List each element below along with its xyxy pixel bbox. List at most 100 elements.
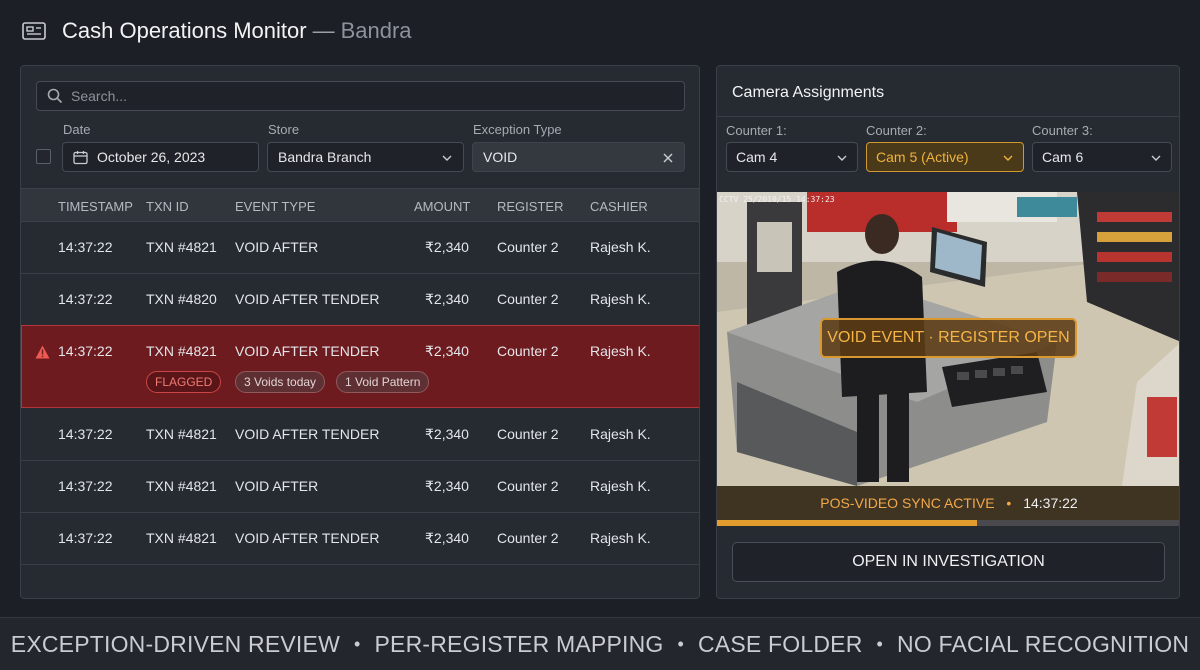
exception-type-label: Exception Type — [473, 122, 562, 137]
sync-separator: • — [1006, 495, 1012, 511]
footer-item: CASE FOLDER — [698, 630, 863, 657]
cell-amount: ₹2,340 — [425, 291, 469, 307]
calendar-icon — [73, 150, 88, 164]
exception-type-select[interactable]: VOID — [472, 142, 685, 172]
footer-item: PER-REGISTER MAPPING — [374, 630, 664, 657]
cell-amount: ₹2,340 — [425, 478, 469, 494]
playback-progress-fill — [717, 520, 977, 526]
sync-status-bar: POS-VIDEO SYNC ACTIVE • 14:37:22 — [717, 486, 1179, 520]
search-input[interactable] — [71, 88, 651, 104]
chevron-down-icon — [1151, 155, 1161, 161]
cell-amount: ₹2,340 — [425, 239, 469, 255]
cell-timestamp: 14:37:22 — [58, 530, 113, 546]
col-cashier[interactable]: CASHIER — [590, 199, 648, 214]
title-separator: — — [312, 18, 335, 43]
void-event-banner: VOID EVENT · REGISTER OPEN — [820, 318, 1077, 358]
table-row[interactable]: 14:37:22 TXN #4821 VOID AFTER TENDER ₹2,… — [21, 409, 699, 461]
cell-txn-id: TXN #4821 — [146, 239, 217, 255]
footer-item: NO FACIAL RECOGNITION — [897, 630, 1190, 657]
clear-icon[interactable] — [662, 152, 674, 164]
table-row[interactable]: 14:37:22 TXN #4820 VOID AFTER TENDER ₹2,… — [21, 274, 699, 326]
counter-1-camera-select[interactable]: Cam 4 — [726, 142, 858, 172]
footer-separator: • — [353, 633, 361, 654]
col-event-type[interactable]: EVENT TYPE — [235, 199, 315, 214]
table-header: TIMESTAMP TXN ID EVENT TYPE AMOUNT REGIS… — [21, 188, 699, 222]
cell-event-type: VOID AFTER TENDER — [235, 530, 380, 546]
cell-amount: ₹2,340 — [425, 343, 469, 359]
cell-register: Counter 2 — [497, 239, 559, 255]
flagged-badge: FLAGGED — [146, 371, 222, 393]
cell-timestamp: 14:37:22 — [58, 239, 113, 255]
cell-cashier: Rajesh K. — [590, 343, 651, 359]
counter-1-label: Counter 1: — [726, 123, 787, 138]
cell-txn-id: TXN #4821 — [146, 478, 217, 494]
sync-time: 14:37:22 — [1023, 495, 1078, 511]
footer-item: EXCEPTION-DRIVEN REVIEW — [10, 630, 340, 657]
store-subtitle: Bandra — [340, 18, 412, 43]
sync-status-label: POS-VIDEO SYNC ACTIVE — [820, 495, 995, 511]
search-bar[interactable] — [36, 81, 685, 111]
cell-cashier: Rajesh K. — [590, 478, 651, 494]
warning-icon — [35, 345, 50, 359]
cell-event-type: VOID AFTER TENDER — [235, 426, 380, 442]
playback-progress-bar[interactable] — [717, 520, 1179, 526]
cell-event-type: VOID AFTER — [235, 239, 319, 255]
counter-3-camera-select[interactable]: Cam 6 — [1032, 142, 1172, 172]
col-amount[interactable]: AMOUNT — [414, 199, 470, 214]
voids-today-tag: 3 Voids today — [235, 371, 326, 393]
counter-2-camera-select[interactable]: Cam 5 (Active) — [866, 142, 1024, 172]
open-investigation-button[interactable]: OPEN IN INVESTIGATION — [732, 542, 1165, 582]
chevron-down-icon — [1003, 155, 1013, 161]
cell-txn-id: TXN #4821 — [146, 343, 217, 359]
footer-separator: • — [876, 633, 884, 654]
counter-1-camera-value: Cam 4 — [736, 149, 778, 165]
date-value: October 26, 2023 — [97, 149, 206, 165]
divider — [717, 116, 1179, 117]
camera-panel: Camera Assignments Counter 1: Cam 4 Coun… — [716, 65, 1180, 599]
col-register[interactable]: REGISTER — [497, 199, 563, 214]
cell-cashier: Rajesh K. — [590, 426, 651, 442]
feature-footer: EXCEPTION-DRIVEN REVIEW • PER-REGISTER M… — [0, 617, 1200, 670]
search-icon — [47, 88, 63, 104]
cell-cashier: Rajesh K. — [590, 239, 651, 255]
void-pattern-tag: 1 Void Pattern — [336, 371, 430, 393]
counter-3-camera-value: Cam 6 — [1042, 149, 1084, 165]
col-timestamp[interactable]: TIMESTAMP — [58, 199, 133, 214]
app-header: Cash Operations Monitor — Bandra — [0, 0, 1200, 62]
store-select[interactable]: Bandra Branch — [267, 142, 464, 172]
cctv-video-feed[interactable]: CCTV 25/2010/15 14:37:23 VOID EVENT · RE… — [717, 192, 1179, 526]
cell-register: Counter 2 — [497, 530, 559, 546]
counter-2-camera-value: Cam 5 (Active) — [876, 149, 969, 165]
col-txn-id[interactable]: TXN ID — [146, 199, 189, 214]
cell-timestamp: 14:37:22 — [58, 426, 113, 442]
date-picker[interactable]: October 26, 2023 — [62, 142, 259, 172]
cell-register: Counter 2 — [497, 478, 559, 494]
footer-separator: • — [677, 633, 684, 654]
cell-timestamp: 14:37:22 — [58, 478, 113, 494]
table-row[interactable]: 14:37:22 TXN #4821 VOID AFTER ₹2,340 Cou… — [21, 222, 699, 274]
select-all-checkbox[interactable] — [36, 149, 51, 164]
cell-amount: ₹2,340 — [425, 426, 469, 442]
exception-type-value: VOID — [483, 149, 518, 165]
table-row[interactable]: 14:37:22 TXN #4821 VOID AFTER ₹2,340 Cou… — [21, 461, 699, 513]
page-title: Cash Operations Monitor — [62, 18, 307, 43]
cell-cashier: Rajesh K. — [590, 530, 651, 546]
store-label: Store — [268, 122, 300, 137]
camera-panel-title: Camera Assignments — [732, 84, 885, 101]
cell-event-type: VOID AFTER — [235, 478, 319, 494]
flagged-table-row[interactable]: 14:37:22 TXN #4821 VOID AFTER TENDER ₹2,… — [21, 325, 699, 408]
cell-register: Counter 2 — [497, 291, 559, 307]
cell-register: Counter 2 — [497, 426, 559, 442]
cell-txn-id: TXN #4820 — [146, 291, 217, 307]
cell-cashier: Rajesh K. — [590, 291, 651, 307]
chevron-down-icon — [442, 155, 452, 161]
table-row[interactable]: 14:37:22 TXN #4821 VOID AFTER TENDER ₹2,… — [21, 513, 699, 565]
cell-txn-id: TXN #4821 — [146, 530, 217, 546]
chevron-down-icon — [837, 155, 847, 161]
cell-timestamp: 14:37:22 — [58, 343, 113, 359]
cell-event-type: VOID AFTER TENDER — [235, 291, 380, 307]
cell-txn-id: TXN #4821 — [146, 426, 217, 442]
cell-register: Counter 2 — [497, 343, 559, 359]
exceptions-panel: Date October 26, 2023 Store Bandra Branc… — [20, 65, 700, 599]
counter-3-label: Counter 3: — [1032, 123, 1093, 138]
